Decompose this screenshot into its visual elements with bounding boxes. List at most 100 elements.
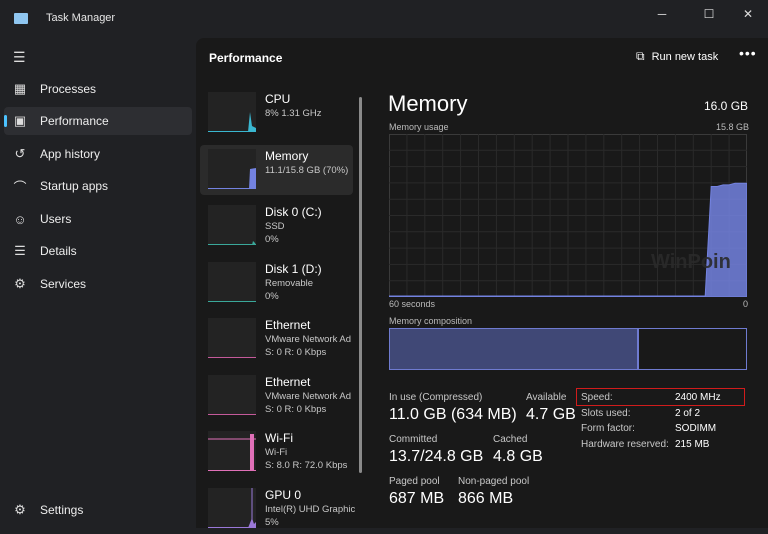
- performance-panel: Performance ⧉ Run new task ••• CPU 8% 1.…: [196, 38, 768, 528]
- device-item-ethernet[interactable]: Ethernet VMware Network Ad S: 0 R: 0 Kbp…: [200, 314, 353, 364]
- device-item-memory[interactable]: Memory 11.1/15.8 GB (70%): [200, 144, 353, 195]
- device-item-disk-0-c-[interactable]: Disk 0 (C:) SSD 0%: [200, 201, 353, 251]
- history-icon: ↺: [14, 146, 26, 161]
- detail-value: 2400 MHz: [675, 392, 721, 403]
- device-name: Wi-Fi: [265, 431, 293, 445]
- device-detail: S: 8.0 R: 72.0 Kbps: [265, 460, 348, 471]
- detail-value: 215 MB: [675, 438, 710, 450]
- sidebar-item-label: Settings: [40, 503, 84, 517]
- sidebar-item-performance[interactable]: ▣ Performance: [4, 107, 192, 135]
- window-title: Task Manager: [46, 12, 116, 24]
- sidebar-item-label: Details: [40, 244, 77, 258]
- detail-key: Slots used:: [581, 407, 631, 419]
- device-name: Ethernet: [265, 374, 311, 389]
- run-task-icon: ⧉: [636, 49, 645, 63]
- device-detail: VMware Network Ad: [265, 334, 352, 345]
- sidebar-item-label: Processes: [40, 82, 97, 96]
- device-item-cpu[interactable]: CPU 8% 1.31 GHz: [200, 88, 353, 138]
- sidebar-item-users[interactable]: ☺ Users: [4, 205, 192, 233]
- sidebar-item-label: Services: [40, 277, 87, 291]
- detail-key: Hardware reserved:: [581, 438, 669, 450]
- stat-value: 4.8 GB: [493, 448, 543, 465]
- device-name: GPU 0: [265, 487, 302, 502]
- stat-label: Paged pool: [389, 476, 440, 487]
- device-list-scrollbar[interactable]: [359, 97, 362, 473]
- device-name: Memory: [265, 148, 309, 163]
- startup-icon: ⌒: [13, 179, 27, 195]
- device-mini-graph: [208, 92, 256, 132]
- device-detail: S: 0 R: 0 Kbps: [265, 403, 327, 415]
- services-icon: ⚙: [14, 276, 26, 291]
- in-use-segment: [390, 329, 640, 369]
- device-detail: 5%: [265, 516, 279, 528]
- more-options-button[interactable]: •••: [739, 45, 757, 61]
- stat-value: 4.7 GB: [526, 406, 576, 423]
- device-detail: 0%: [265, 290, 279, 302]
- device-detail: SSD: [265, 221, 285, 232]
- stat-value: 687 MB: [389, 490, 445, 507]
- device-item-disk-1-d-[interactable]: Disk 1 (D:) Removable 0%: [200, 258, 353, 308]
- maximize-button[interactable]: ☐: [699, 6, 719, 22]
- detail-value: 2 of 2: [675, 407, 701, 419]
- detail-value: SODIMM: [675, 423, 717, 434]
- time-span-label: 60 seconds: [389, 299, 436, 309]
- sidebar-item-label: Performance: [40, 114, 109, 128]
- time-now-label: 0: [743, 299, 749, 309]
- stat-label: Committed: [389, 434, 438, 445]
- memory-total: 16.0 GB: [704, 99, 749, 113]
- device-detail: Intel(R) UHD Graphics: [265, 503, 355, 515]
- device-name: CPU: [265, 92, 291, 106]
- device-detail: VMware Network Ad: [265, 390, 352, 402]
- device-detail: S: 0 R: 0 Kbps: [265, 347, 327, 358]
- details-icon: ☰: [14, 243, 26, 258]
- stat-label: Non-paged pool: [458, 476, 530, 487]
- device-name: Ethernet: [265, 318, 311, 332]
- sidebar-item-processes[interactable]: ▦ Processes: [4, 75, 192, 103]
- sidebar-item-settings[interactable]: ⚙ Settings: [4, 496, 192, 524]
- users-icon: ☺: [13, 211, 27, 227]
- detail-key: Speed:: [581, 392, 613, 403]
- stat-value: 11.0 GB (634 MB): [389, 406, 517, 423]
- device-detail: Wi-Fi: [265, 447, 288, 458]
- sidebar-item-label: Users: [40, 212, 72, 226]
- stat-label: In use (Compressed): [389, 392, 483, 403]
- sidebar-item-startup-apps[interactable]: ⌒ Startup apps: [4, 172, 192, 200]
- device-detail: Removable: [265, 277, 314, 289]
- sidebar-item-app-history[interactable]: ↺ App history: [4, 140, 192, 168]
- device-item-gpu-0[interactable]: GPU 0 Intel(R) UHD Graphics 5%: [200, 484, 355, 534]
- device-name: Disk 1 (D:): [265, 261, 322, 276]
- device-mini-graph: [208, 205, 256, 245]
- stat-label: Cached: [493, 434, 528, 445]
- detail-key: Form factor:: [581, 423, 635, 434]
- device-detail: 8% 1.31 GHz: [265, 108, 322, 119]
- close-button[interactable]: ✕: [738, 6, 758, 22]
- device-mini-graph: [208, 261, 256, 302]
- device-mini-graph: [208, 487, 256, 528]
- hamburger-menu-icon[interactable]: ☰: [13, 49, 26, 66]
- device-item-ethernet[interactable]: Ethernet VMware Network Ad S: 0 R: 0 Kbp…: [200, 371, 353, 421]
- memory-composition-label: Memory composition: [389, 316, 473, 326]
- memory-title: Memory: [388, 91, 468, 116]
- device-detail: 0%: [265, 234, 279, 245]
- memory-usage-label: Memory usage: [389, 122, 449, 132]
- sidebar-item-details[interactable]: ☰ Details: [4, 237, 192, 265]
- minimize-button[interactable]: ─: [652, 6, 672, 22]
- device-mini-graph: [208, 318, 256, 358]
- sidebar-item-label: App history: [40, 147, 101, 161]
- stat-value: 866 MB: [458, 490, 514, 507]
- memory-composition-bar: [389, 328, 747, 370]
- device-mini-graph: [208, 431, 256, 471]
- device-name: Disk 0 (C:): [265, 205, 322, 219]
- run-new-task-button[interactable]: ⧉ Run new task: [636, 49, 718, 64]
- task-manager-icon: [14, 13, 28, 24]
- sidebar-item-services[interactable]: ⚙ Services: [4, 270, 192, 298]
- stat-value: 13.7/24.8 GB: [389, 448, 484, 465]
- settings-icon: ⚙: [14, 502, 26, 517]
- device-detail: 11.1/15.8 GB (70%): [265, 164, 349, 176]
- processes-icon: ▦: [13, 81, 27, 96]
- stat-label: Available: [526, 392, 567, 403]
- device-item-wi-fi[interactable]: Wi-Fi Wi-Fi S: 8.0 R: 72.0 Kbps: [200, 427, 353, 477]
- page-title: Performance: [209, 51, 283, 65]
- memory-usage-max: 15.8 GB: [716, 122, 750, 132]
- device-mini-graph: [208, 374, 256, 415]
